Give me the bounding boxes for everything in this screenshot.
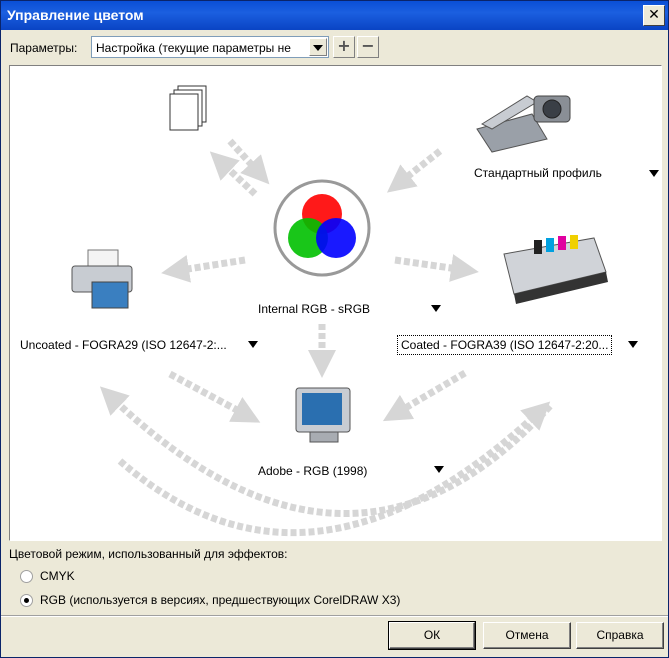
printer-profile-dropdown-icon[interactable] <box>248 341 258 348</box>
radio-button[interactable] <box>20 570 33 583</box>
printer-icon <box>71 249 133 309</box>
internal-rgb-label: Internal RGB - sRGB <box>258 302 371 316</box>
params-dropdown[interactable]: Настройка (текущие параметры не <box>91 36 329 58</box>
window-title: Управление цветом <box>7 7 144 23</box>
remove-preset-button[interactable]: − <box>357 36 379 58</box>
color-flow-diagram: Стандартный профиль Internal RGB - sRGB … <box>9 65 662 541</box>
input-profile-label: Стандартный профиль <box>474 166 602 180</box>
radio-label: RGB (используется в версиях, предшествую… <box>40 593 401 607</box>
documents-icon <box>169 85 207 131</box>
rgb-color-wheel-icon <box>273 179 371 277</box>
monitor-icon <box>295 387 351 443</box>
radio-button-selected[interactable] <box>20 594 33 607</box>
add-preset-button[interactable]: + <box>333 36 355 58</box>
cancel-button[interactable]: Отмена <box>483 622 571 649</box>
params-toolbar: Параметры: Настройка (текущие параметры … <box>1 32 668 62</box>
title-bar: Управление цветом ✕ <box>1 1 668 30</box>
printer-profile-label: Uncoated - FOGRA29 (ISO 12647-2:... <box>20 338 227 352</box>
press-profile-dropdown-icon[interactable] <box>628 341 638 348</box>
press-profile-label[interactable]: Coated - FOGRA39 (ISO 12647-2:20... <box>397 335 613 355</box>
button-separator <box>1 615 668 617</box>
close-button[interactable]: ✕ <box>643 5 665 26</box>
params-label: Параметры: <box>10 41 78 55</box>
scanner-camera-icon <box>476 95 571 153</box>
monitor-profile-dropdown-icon[interactable] <box>434 466 444 473</box>
help-button[interactable]: Справка <box>576 622 664 649</box>
press-icon <box>503 235 608 304</box>
radio-label: CMYK <box>40 569 75 583</box>
ok-button[interactable]: ОК <box>388 621 476 650</box>
effects-section-label: Цветовой режим, использованный для эффек… <box>9 547 288 561</box>
internal-rgb-dropdown-icon[interactable] <box>431 305 441 312</box>
monitor-profile-label: Adobe - RGB (1998) <box>258 464 368 478</box>
color-management-dialog: Управление цветом ✕ Параметры: Настройка… <box>0 0 669 658</box>
params-selected-value: Настройка (текущие параметры не <box>96 41 291 55</box>
input-profile-dropdown-icon[interactable] <box>649 170 659 177</box>
chevron-down-icon[interactable] <box>309 38 327 56</box>
